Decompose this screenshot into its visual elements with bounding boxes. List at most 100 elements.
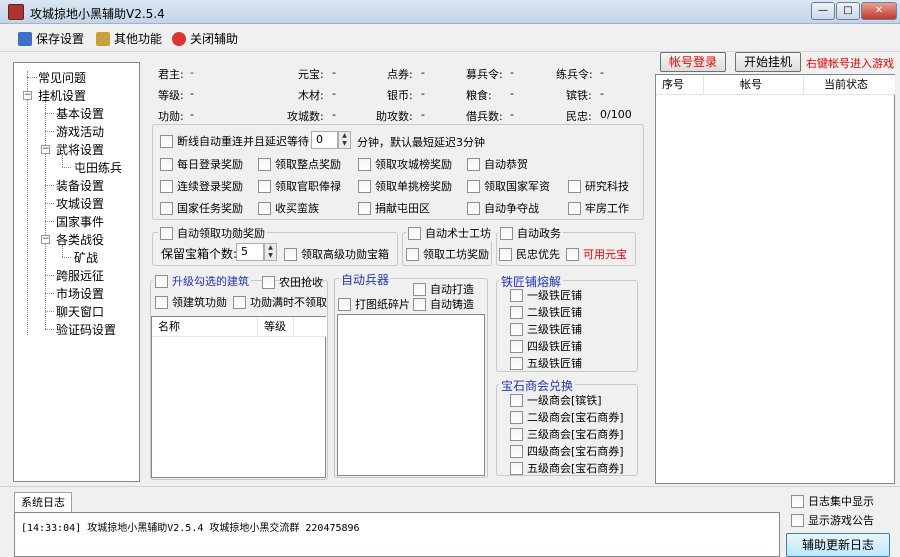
tree-item-faq[interactable]: 常见问题 bbox=[38, 69, 86, 86]
tree-line bbox=[45, 329, 54, 330]
blueprint-fragment-checkbox[interactable]: 打图纸碎片 bbox=[338, 296, 410, 312]
building-list[interactable]: 名称 等级 bbox=[151, 316, 327, 478]
stat-iron-label: 镔铁: bbox=[566, 89, 592, 102]
duel-rank-reward-checkbox[interactable]: 领取单挑榜奖励 bbox=[358, 178, 452, 194]
smith-level4-checkbox[interactable]: 四级铁匠铺 bbox=[510, 338, 582, 354]
prison-work-checkbox[interactable]: 牢房工作 bbox=[568, 200, 629, 216]
save-settings-button[interactable]: 保存设置 bbox=[18, 30, 84, 48]
smith-level5-checkbox[interactable]: 五级铁匠铺 bbox=[510, 355, 582, 371]
smith-level1-checkbox[interactable]: 一级铁匠铺 bbox=[510, 287, 582, 303]
auto-congrats-checkbox[interactable]: 自动恭贺 bbox=[467, 156, 528, 172]
column-header-status[interactable]: 当前状态 bbox=[804, 75, 895, 95]
keep-chest-input[interactable]: 5 bbox=[236, 243, 264, 261]
gem-level1-checkbox[interactable]: 一级商会[镔铁] bbox=[510, 392, 602, 408]
research-tech-checkbox[interactable]: 研究科技 bbox=[568, 178, 629, 194]
auto-cast-checkbox[interactable]: 自动铸造 bbox=[413, 296, 474, 312]
national-task-checkbox[interactable]: 国家任务奖励 bbox=[160, 200, 243, 216]
gem-level5-checkbox[interactable]: 五级商会[宝石商券] bbox=[510, 460, 624, 476]
system-log-box[interactable]: [14:33:04] 攻城掠地小黑辅助V2.5.4 攻城掠地小黑交流群 2204… bbox=[14, 512, 780, 557]
tree-item-equipment[interactable]: 装备设置 bbox=[56, 177, 104, 194]
start-idle-button[interactable]: 开始挂机 bbox=[735, 52, 801, 72]
tree-item-farm-training[interactable]: 屯田练兵 bbox=[74, 159, 122, 176]
weapon-list[interactable] bbox=[337, 314, 485, 476]
national-task-label: 国家任务奖励 bbox=[177, 202, 243, 215]
minimize-button[interactable]: — bbox=[811, 2, 835, 20]
use-gold-checkbox[interactable]: 可用元宝 bbox=[566, 246, 627, 262]
other-functions-button[interactable]: 其他功能 bbox=[96, 30, 162, 48]
reconnect-checkbox[interactable]: 断线自动重连并且延迟等待 bbox=[160, 133, 309, 149]
daily-login-checkbox[interactable]: 每日登录奖励 bbox=[160, 156, 243, 172]
tab-system-log[interactable]: 系统日志 bbox=[14, 492, 72, 513]
tree-item-cross-server[interactable]: 跨服远征 bbox=[56, 267, 104, 284]
tree-item-mine[interactable]: 矿战 bbox=[74, 249, 98, 266]
close-window-button[interactable]: ✕ bbox=[861, 2, 897, 20]
tree-item-battles[interactable]: 各类战役 bbox=[56, 231, 104, 248]
siege-rank-reward-checkbox[interactable]: 领取攻城榜奖励 bbox=[358, 156, 452, 172]
stat-train-value: - bbox=[600, 66, 604, 79]
smith-level3-checkbox[interactable]: 三级铁匠铺 bbox=[510, 321, 582, 337]
gem-level3-checkbox[interactable]: 三级商会[宝石商券] bbox=[510, 426, 624, 442]
stat-wood-label: 木材: bbox=[298, 89, 324, 102]
workshop-reward-checkbox[interactable]: 领取工坊奖励 bbox=[406, 246, 489, 262]
column-header-level[interactable]: 等级 bbox=[258, 317, 294, 337]
bribe-barbarians-checkbox[interactable]: 收买蛮族 bbox=[258, 200, 319, 216]
collapse-toggle[interactable]: − bbox=[23, 91, 32, 100]
donate-farm-checkbox[interactable]: 捐献屯田区 bbox=[358, 200, 430, 216]
settings-tree[interactable]: 常见问题 − 挂机设置 基本设置 游戏活动 − 武将设置 屯田练兵 装备设置 攻… bbox=[13, 62, 140, 482]
gem-level4-checkbox[interactable]: 四级商会[宝石商券] bbox=[510, 443, 624, 459]
power-icon bbox=[172, 32, 186, 46]
official-salary-checkbox[interactable]: 领取官职俸禄 bbox=[258, 178, 341, 194]
stat-recruit-label: 募兵令: bbox=[466, 68, 503, 81]
collapse-toggle[interactable]: − bbox=[41, 145, 50, 154]
centralized-log-checkbox[interactable]: 日志集中显示 bbox=[791, 493, 874, 509]
upgrade-building-label: 升级勾选的建筑 bbox=[172, 275, 249, 288]
tree-item-basic[interactable]: 基本设置 bbox=[56, 105, 104, 122]
hourly-reward-checkbox[interactable]: 领取整点奖励 bbox=[258, 156, 341, 172]
close-helper-button[interactable]: 关闭辅助 bbox=[172, 30, 238, 48]
building-merit-checkbox[interactable]: 领建筑功勋 bbox=[155, 294, 227, 310]
auto-merit-checkbox[interactable]: 自动领取功勋奖励 bbox=[158, 225, 267, 241]
auto-cast-label: 自动铸造 bbox=[430, 298, 474, 311]
tree-item-events[interactable]: 游戏活动 bbox=[56, 123, 104, 140]
skip-full-merit-checkbox[interactable]: 功勋满时不领取 bbox=[233, 294, 327, 310]
reconnect-minutes-input[interactable]: 0 bbox=[311, 131, 338, 149]
tree-line bbox=[45, 113, 54, 114]
account-list[interactable]: 序号 帐号 当前状态 bbox=[655, 74, 895, 484]
smith-level4-label: 四级铁匠铺 bbox=[527, 340, 582, 353]
tree-item-generals[interactable]: 武将设置 bbox=[56, 141, 104, 158]
tree-item-captcha[interactable]: 验证码设置 bbox=[56, 321, 116, 338]
smith-level2-checkbox[interactable]: 二级铁匠铺 bbox=[510, 304, 582, 320]
column-header-name[interactable]: 名称 bbox=[152, 317, 258, 337]
keep-chest-label: 保留宝箱个数: bbox=[161, 247, 238, 261]
auto-contest-checkbox[interactable]: 自动争夺战 bbox=[467, 200, 539, 216]
show-notice-checkbox[interactable]: 显示游戏公告 bbox=[791, 512, 874, 528]
loyalty-first-checkbox[interactable]: 民忠优先 bbox=[499, 246, 560, 262]
stat-iron-value: - bbox=[600, 87, 604, 100]
reconnect-spin-button[interactable]: ▲ ▼ bbox=[338, 131, 351, 149]
upgrade-building-checkbox[interactable]: 升级勾选的建筑 bbox=[153, 273, 251, 289]
high-merit-chest-checkbox[interactable]: 领取高级功勋宝箱 bbox=[284, 246, 389, 262]
auto-workshop-checkbox[interactable]: 自动术士工坊 bbox=[406, 225, 493, 241]
tree-item-chat[interactable]: 聊天窗口 bbox=[56, 303, 104, 320]
tree-line bbox=[45, 203, 54, 204]
farm-harvest-checkbox[interactable]: 农田抢收 bbox=[262, 274, 323, 290]
auto-politics-checkbox[interactable]: 自动政务 bbox=[498, 225, 563, 241]
smith-level3-label: 三级铁匠铺 bbox=[527, 323, 582, 336]
maximize-button[interactable]: □ bbox=[836, 2, 860, 20]
column-header-number[interactable]: 序号 bbox=[656, 75, 704, 95]
tree-item-siege[interactable]: 攻城设置 bbox=[56, 195, 104, 212]
auto-forge-checkbox[interactable]: 自动打造 bbox=[413, 281, 474, 297]
column-header-account[interactable]: 帐号 bbox=[704, 75, 804, 95]
national-supplies-checkbox[interactable]: 领取国家军资 bbox=[467, 178, 550, 194]
tree-item-national[interactable]: 国家事件 bbox=[56, 213, 104, 230]
gem-level2-checkbox[interactable]: 二级商会[宝石商券] bbox=[510, 409, 624, 425]
consecutive-login-checkbox[interactable]: 连续登录奖励 bbox=[160, 178, 243, 194]
update-log-button[interactable]: 辅助更新日志 bbox=[786, 533, 890, 557]
stat-level-value: - bbox=[190, 87, 194, 100]
stat-lord-value: - bbox=[190, 66, 194, 79]
reconnect-suffix: 分钟，默认最短延迟3分钟 bbox=[357, 136, 485, 149]
tree-item-market[interactable]: 市场设置 bbox=[56, 285, 104, 302]
account-login-button[interactable]: 帐号登录 bbox=[660, 52, 726, 72]
collapse-toggle[interactable]: − bbox=[41, 235, 50, 244]
keep-chest-spin-button[interactable]: ▲ ▼ bbox=[264, 243, 277, 261]
